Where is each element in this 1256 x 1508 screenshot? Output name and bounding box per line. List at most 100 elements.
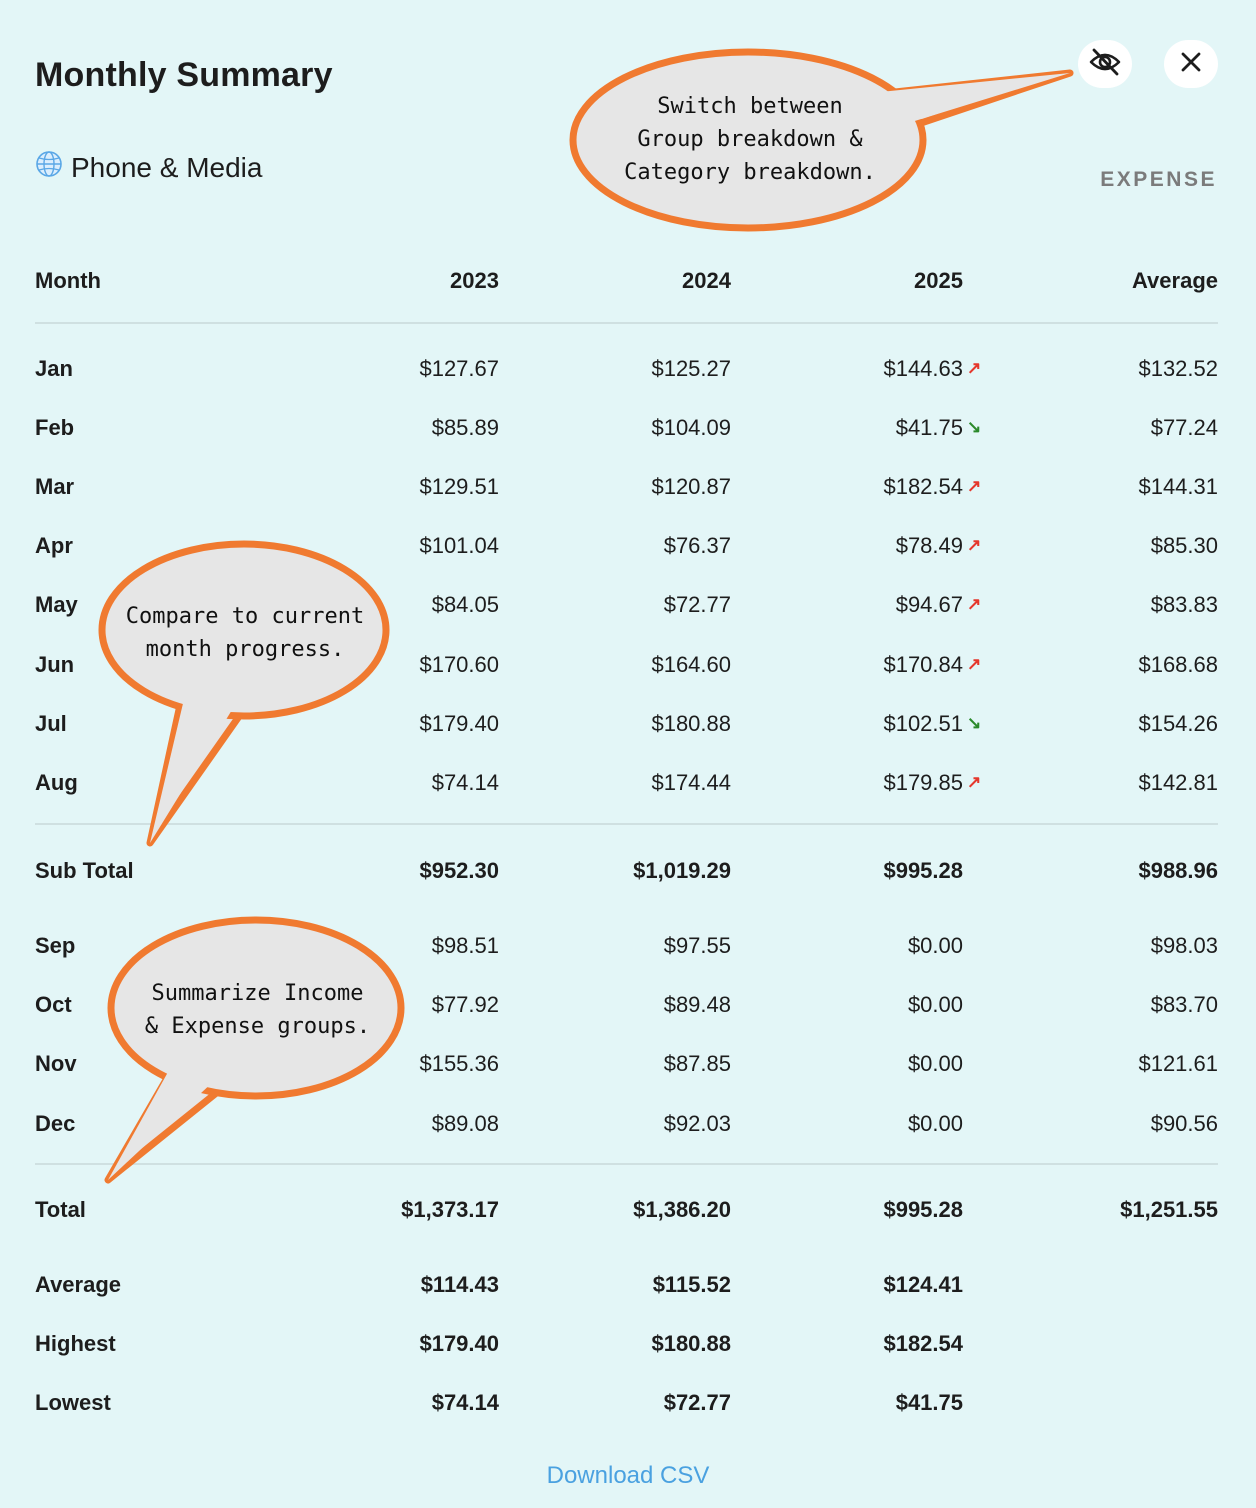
callout-text-toggle: Switch between Group breakdown & Categor… <box>624 94 876 185</box>
category-name: Phone & Media <box>71 151 263 183</box>
table-row: Aug $74.14 $174.44 $179.85 ↗ $142.81 <box>35 753 1218 812</box>
value-2024: $1,019.29 <box>633 857 731 883</box>
value-average: $77.24 <box>1150 414 1218 440</box>
value-average <box>963 1255 1218 1314</box>
value-average: $90.56 <box>1150 1110 1218 1136</box>
value-average: $142.81 <box>1138 769 1218 795</box>
month-label: Sep <box>35 933 76 959</box>
row-label: Sub Total <box>35 857 134 883</box>
table-row: Dec $89.08 $92.03 $0.00 $90.56 <box>35 1094 1218 1153</box>
column-header-average: Average <box>1131 268 1218 293</box>
stat-row: Highest $179.40 $180.88 $182.54 <box>35 1314 1218 1373</box>
value-2025: $182.54 ↗ <box>883 473 982 499</box>
value-2024: $174.44 <box>651 769 731 795</box>
value-2023: $89.08 <box>431 1110 499 1136</box>
trend-down-icon: ↘ <box>967 417 982 437</box>
value-2023: $179.40 <box>419 710 499 736</box>
month-label: Mar <box>35 473 75 499</box>
value-2023: $98.51 <box>431 933 499 959</box>
value-average: $132.52 <box>1138 355 1218 381</box>
value-2024: $104.09 <box>651 414 731 440</box>
row-label: Lowest <box>35 1390 111 1416</box>
value-2023: $114.43 <box>420 1271 499 1297</box>
value-2023: $179.40 <box>419 1331 499 1357</box>
eye-off-icon <box>1088 45 1122 84</box>
month-label: Feb <box>35 414 75 440</box>
monthly-summary-table: Month 2023 2024 2025 Average Jan $127.67 $… <box>35 250 1218 1433</box>
column-header-month: Month <box>35 268 101 293</box>
value-2024: $76.37 <box>663 533 731 559</box>
value-2023: $74.14 <box>431 1390 499 1416</box>
page-title: Monthly Summary <box>35 56 333 94</box>
table-row: Jul $179.40 $180.88 $102.51 ↘ $154.26 <box>35 694 1218 753</box>
callout-text-summarize: Summarize Income & Expense groups. <box>144 981 371 1039</box>
trend-up-icon: ↗ <box>967 772 982 792</box>
download-csv-link[interactable]: Download CSV <box>0 1462 1256 1490</box>
value-2023: $85.89 <box>431 414 499 440</box>
value-2023: $101.04 <box>419 533 499 559</box>
trend-up-icon: ↗ <box>967 654 982 674</box>
month-label: Nov <box>35 1051 77 1077</box>
value-2024: $72.77 <box>663 1390 731 1416</box>
month-label: Jan <box>35 355 73 381</box>
type-label: EXPENSE <box>1100 168 1217 191</box>
table-row: Jan $127.67 $125.27 $144.63 ↗ $132.52 <box>35 339 1218 398</box>
value-2025: $124.41 <box>883 1271 963 1297</box>
value-2024: $120.87 <box>651 473 731 499</box>
table-row: Sep $98.51 $97.55 $0.00 $98.03 <box>35 917 1218 976</box>
value-average: $85.30 <box>1150 533 1218 559</box>
column-header-2024: 2024 <box>682 268 731 293</box>
table-row: Feb $85.89 $104.09 $41.75 ↘ $77.24 <box>35 398 1218 457</box>
value-average: $988.96 <box>1138 857 1218 883</box>
month-label: Jul <box>35 710 67 736</box>
value-2025: $179.85 ↗ <box>883 769 982 795</box>
value-2024: $164.60 <box>651 651 731 677</box>
table-header-row: Month 2023 2024 2025 Average <box>35 250 1218 312</box>
value-2024: $180.88 <box>651 710 731 736</box>
value-2023: $129.51 <box>419 473 499 499</box>
trend-up-icon: ↗ <box>967 358 982 378</box>
breakdown-toggle-button[interactable] <box>1078 40 1132 88</box>
stat-row: Lowest $74.14 $72.77 $41.75 <box>35 1374 1218 1433</box>
value-2024: $115.52 <box>652 1271 731 1297</box>
value-2024: $72.77 <box>663 592 731 618</box>
value-2024: $87.85 <box>663 1051 731 1077</box>
value-2025: $41.75 <box>895 1390 963 1416</box>
value-2025: $94.67 ↗ <box>895 592 982 618</box>
value-2024: $97.55 <box>663 933 731 959</box>
trend-up-icon: ↗ <box>967 535 982 555</box>
trend-up-icon: ↗ <box>967 594 982 614</box>
table-row: Mar $129.51 $120.87 $182.54 ↗ $144.31 <box>35 457 1218 516</box>
value-average: $83.70 <box>1150 992 1218 1018</box>
table-row: Nov $155.36 $87.85 $0.00 $121.61 <box>35 1035 1218 1094</box>
value-2025: $102.51 ↘ <box>883 710 982 736</box>
value-2025: $995.28 <box>883 857 963 883</box>
column-header-2023: 2023 <box>450 268 499 293</box>
value-average <box>963 1374 1218 1433</box>
stat-row: Average $114.43 $115.52 $124.41 <box>35 1255 1218 1314</box>
value-2025: $0.00 <box>907 1110 963 1136</box>
value-2024: $125.27 <box>651 355 731 381</box>
value-average: $154.26 <box>1138 710 1218 736</box>
value-2025: $78.49 ↗ <box>895 533 982 559</box>
value-2023: $155.36 <box>419 1051 499 1077</box>
value-average: $144.31 <box>1138 473 1218 499</box>
category-label: Phone & Media <box>35 150 262 185</box>
table-row: Apr $101.04 $76.37 $78.49 ↗ $85.30 <box>35 517 1218 576</box>
value-2025: $41.75 ↘ <box>895 414 982 440</box>
value-average: $168.68 <box>1138 651 1218 677</box>
close-button[interactable] <box>1164 40 1218 88</box>
close-icon <box>1179 50 1203 79</box>
row-label: Highest <box>35 1331 116 1357</box>
callout-text-compare: Compare to current month progress. <box>125 604 365 662</box>
value-2023: $74.14 <box>431 769 499 795</box>
value-2023: $1,373.17 <box>401 1197 499 1223</box>
value-average: $1,251.55 <box>1120 1197 1218 1223</box>
month-label: Aug <box>35 769 78 795</box>
value-average: $83.83 <box>1150 592 1218 618</box>
globe-icon <box>35 150 63 185</box>
value-2024: $92.03 <box>663 1110 731 1136</box>
month-label: Apr <box>35 533 73 559</box>
stat-row: Total $1,373.17 $1,386.20 $995.28 $1,251.55 <box>35 1165 1218 1255</box>
row-label: Average <box>35 1271 122 1297</box>
